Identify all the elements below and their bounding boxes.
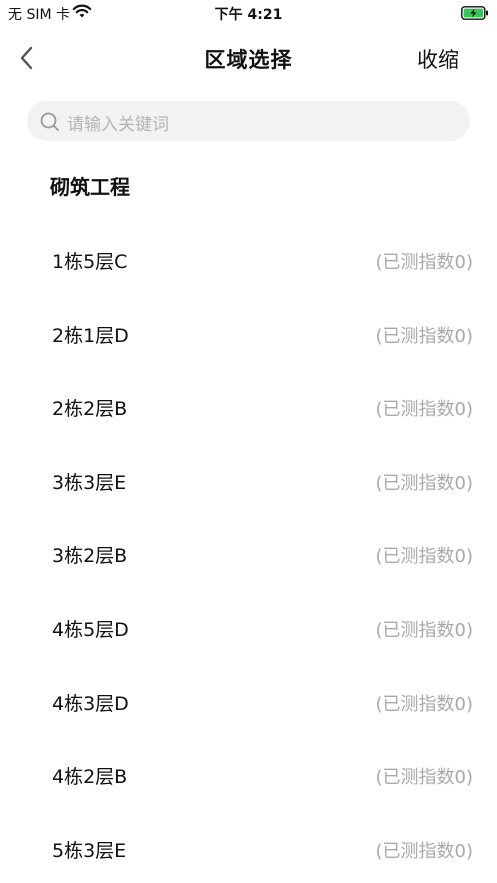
area-name: 5栋3层E [52,839,127,862]
measured-count: (已测指数0) [375,546,474,568]
area-name: 2栋2层B [52,398,128,421]
measured-count: (已测指数0) [375,472,474,494]
area-list: 1栋5层C (已测指数0) 2栋1层D (已测指数0) 2栋2层B (已测指数0… [0,223,497,883]
search-placeholder: 请输入关键词 [67,115,169,135]
status-bar: 无 SIM 卡 下午 4:21 [0,0,497,26]
measured-count: (已测指数0) [375,619,474,641]
list-item[interactable]: 4栋5层D (已测指数0) [0,591,497,665]
list-item[interactable]: 2栋2层B (已测指数0) [0,370,497,444]
list-item[interactable]: 4栋3层D (已测指数0) [0,665,497,739]
area-name: 4栋5层D [52,618,129,641]
list-item[interactable]: 3栋2层B (已测指数0) [0,517,497,591]
area-name: 4栋2层B [52,766,128,789]
area-name: 2栋1层D [52,324,129,347]
area-name: 3栋3层E [52,471,127,494]
search-icon [39,111,61,137]
battery-charging-icon [461,5,489,24]
clock: 下午 4:21 [214,7,283,23]
measured-count: (已测指数0) [375,325,474,347]
list-item[interactable]: 3栋3层E (已测指数0) [0,444,497,518]
measured-count: (已测指数0) [375,840,474,862]
area-name: 3栋2层B [52,545,128,568]
list-item[interactable]: 5栋3层E (已测指数0) [0,812,497,883]
list-item[interactable]: 2栋1层D (已测指数0) [0,297,497,371]
list-item[interactable]: 1栋5层C (已测指数0) [0,223,497,297]
measured-count: (已测指数0) [375,252,474,273]
measured-count: (已测指数0) [375,767,474,789]
search-input[interactable]: 请输入关键词 [27,101,470,141]
measured-count: (已测指数0) [375,693,474,715]
area-name: 1栋5层C [52,251,128,273]
navigation-bar: 区域选择 收缩 [0,30,497,86]
list-item[interactable]: 4栋2层B (已测指数0) [0,738,497,812]
collapse-button[interactable]: 收缩 [417,44,459,74]
section-title: 砌筑工程 [50,175,130,199]
area-name: 4栋3层D [52,692,129,715]
measured-count: (已测指数0) [375,399,474,421]
